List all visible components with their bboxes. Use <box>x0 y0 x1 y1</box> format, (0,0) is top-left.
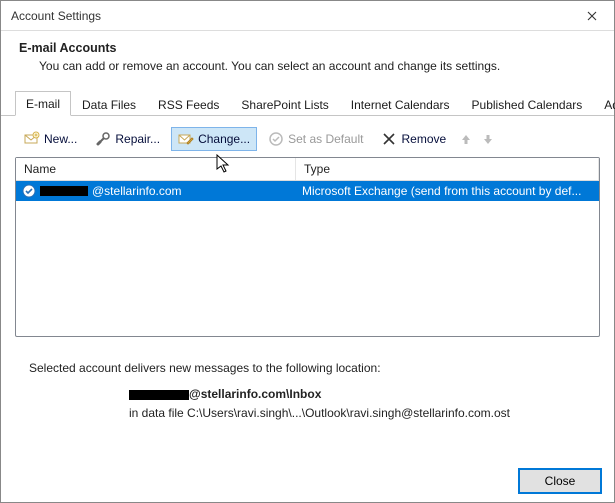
change-label: Change... <box>198 132 250 146</box>
tab-internet-calendars[interactable]: Internet Calendars <box>340 92 461 116</box>
list-body: @stellarinfo.com Microsoft Exchange (sen… <box>16 181 599 336</box>
account-name-cell: @stellarinfo.com <box>16 184 296 198</box>
tab-content-email: New... Repair... Change... Set as Defaul… <box>1 116 614 423</box>
delivery-location-label: Selected account delivers new messages t… <box>29 361 586 375</box>
account-list: Name Type @stellarinfo.com Microsoft Exc… <box>15 157 600 337</box>
titlebar: Account Settings <box>1 1 614 31</box>
delivery-location-value: @stellarinfo.com\Inbox <box>129 385 586 404</box>
tab-email[interactable]: E-mail <box>15 91 71 116</box>
remove-button[interactable]: Remove <box>374 127 453 151</box>
redacted-name <box>40 186 88 196</box>
account-type-cell: Microsoft Exchange (send from this accou… <box>296 184 599 198</box>
close-button[interactable]: Close <box>519 469 601 493</box>
new-mail-icon <box>24 131 40 147</box>
set-default-label: Set as Default <box>288 132 363 146</box>
footer: Close <box>519 469 601 493</box>
tab-rss-feeds[interactable]: RSS Feeds <box>147 92 230 116</box>
new-button[interactable]: New... <box>17 127 84 151</box>
account-row[interactable]: @stellarinfo.com Microsoft Exchange (sen… <box>16 181 599 201</box>
close-icon <box>587 11 597 21</box>
tab-strip: E-mail Data Files RSS Feeds SharePoint L… <box>1 91 614 116</box>
move-down-button <box>479 130 497 148</box>
column-header-type[interactable]: Type <box>296 158 599 180</box>
default-check-icon <box>22 184 36 198</box>
set-default-icon <box>268 131 284 147</box>
list-header: Name Type <box>16 158 599 181</box>
new-label: New... <box>44 132 77 146</box>
set-default-button: Set as Default <box>261 127 370 151</box>
delivery-datafile-line: in data file C:\Users\ravi.singh\...\Out… <box>129 404 586 423</box>
arrow-up-icon <box>460 133 472 145</box>
change-icon <box>178 131 194 147</box>
change-button[interactable]: Change... <box>171 127 257 151</box>
redacted-user <box>129 390 189 400</box>
remove-icon <box>381 131 397 147</box>
repair-label: Repair... <box>115 132 160 146</box>
arrow-down-icon <box>482 133 494 145</box>
header-description: You can add or remove an account. You ca… <box>39 59 596 73</box>
column-header-name[interactable]: Name <box>16 158 296 180</box>
move-up-button <box>457 130 475 148</box>
account-email-suffix: @stellarinfo.com <box>92 184 182 198</box>
tab-data-files[interactable]: Data Files <box>71 92 147 116</box>
header-title: E-mail Accounts <box>19 41 596 55</box>
delivery-location-info: Selected account delivers new messages t… <box>15 337 600 423</box>
remove-label: Remove <box>401 132 446 146</box>
header-section: E-mail Accounts You can add or remove an… <box>1 31 614 91</box>
tab-address-books[interactable]: Address Books <box>593 92 615 116</box>
tab-sharepoint-lists[interactable]: SharePoint Lists <box>230 92 339 116</box>
window-close-button[interactable] <box>570 2 614 30</box>
repair-icon <box>95 131 111 147</box>
window-title: Account Settings <box>11 9 101 23</box>
toolbar: New... Repair... Change... Set as Defaul… <box>15 124 600 157</box>
tab-published-calendars[interactable]: Published Calendars <box>461 92 594 116</box>
repair-button[interactable]: Repair... <box>88 127 167 151</box>
